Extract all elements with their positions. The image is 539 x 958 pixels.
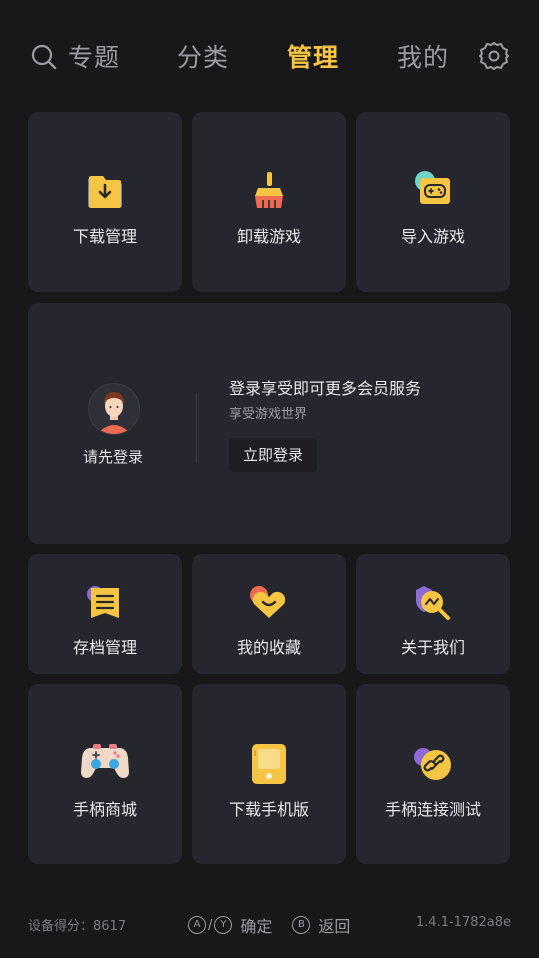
- top-navigation: 专题 分类 管理 我的: [0, 0, 539, 112]
- y-button-icon: Y: [214, 916, 233, 934]
- gamepad-shop-icon: [81, 744, 129, 778]
- heart-favorite-icon: [250, 586, 286, 618]
- gamepad-import-icon: [415, 171, 450, 204]
- broom-icon: [255, 172, 283, 208]
- back-hint[interactable]: 返回: [318, 913, 350, 937]
- tab-categories[interactable]: 分类: [177, 38, 229, 74]
- a-button-icon: A: [188, 916, 206, 934]
- tab-manage[interactable]: 管理: [287, 38, 339, 74]
- promo-subtitle: 享受游戏世界: [229, 407, 308, 422]
- card-label: 手柄连接测试: [384, 800, 481, 819]
- login-prompt[interactable]: 请先登录: [83, 446, 143, 467]
- download-folder-icon: [88, 176, 122, 208]
- download-manage-card[interactable]: 下载管理: [28, 112, 182, 292]
- login-button[interactable]: 立即登录: [229, 438, 318, 472]
- divider: [196, 393, 197, 463]
- app-version: 1.4.1-1782a8e: [415, 915, 511, 930]
- promo-title: 登录享受即可更多会员服务: [229, 379, 422, 398]
- tab-mine[interactable]: 我的: [397, 38, 449, 74]
- phone-download-icon: [252, 744, 286, 784]
- controller-hints: A / Y 确定 B 返回: [188, 913, 350, 937]
- device-score: 设备得分：8617: [28, 919, 127, 934]
- slash: /: [208, 917, 213, 933]
- search-icon[interactable]: [30, 43, 58, 71]
- save-manage-card[interactable]: 存档管理: [28, 554, 182, 674]
- b-button-icon: B: [292, 916, 311, 934]
- gear-icon[interactable]: [478, 40, 510, 72]
- confirm-hint[interactable]: 确定: [240, 913, 272, 937]
- card-label: 存档管理: [72, 638, 137, 657]
- card-label: 关于我们: [400, 638, 465, 657]
- about-us-card[interactable]: 关于我们: [356, 554, 510, 674]
- user-avatar-icon: [97, 392, 131, 434]
- import-game-card[interactable]: 导入游戏: [356, 112, 510, 292]
- save-file-icon: [87, 586, 119, 618]
- tab-topics[interactable]: 专题: [68, 38, 120, 74]
- card-label: 下载管理: [72, 227, 137, 246]
- footer: 设备得分：8617 A / Y 确定 B 返回 1.4.1-1782a8e: [0, 905, 539, 941]
- gamepad-shop-card[interactable]: 手柄商城: [28, 684, 182, 864]
- card-label: 卸载游戏: [236, 227, 301, 246]
- link-test-icon: [414, 748, 451, 780]
- gamepad-test-card[interactable]: 手柄连接测试: [356, 684, 510, 864]
- card-label: 手柄商城: [72, 800, 137, 819]
- mobile-version-card[interactable]: 下载手机版: [192, 684, 346, 864]
- uninstall-game-card[interactable]: 卸载游戏: [192, 112, 346, 292]
- card-label: 我的收藏: [236, 638, 301, 657]
- card-label: 下载手机版: [228, 800, 309, 819]
- favorites-card[interactable]: 我的收藏: [192, 554, 346, 674]
- avatar[interactable]: [88, 383, 140, 435]
- about-search-icon: [416, 586, 450, 620]
- login-card: 请先登录 登录享受即可更多会员服务 享受游戏世界 立即登录: [28, 303, 511, 544]
- card-label: 导入游戏: [400, 227, 465, 246]
